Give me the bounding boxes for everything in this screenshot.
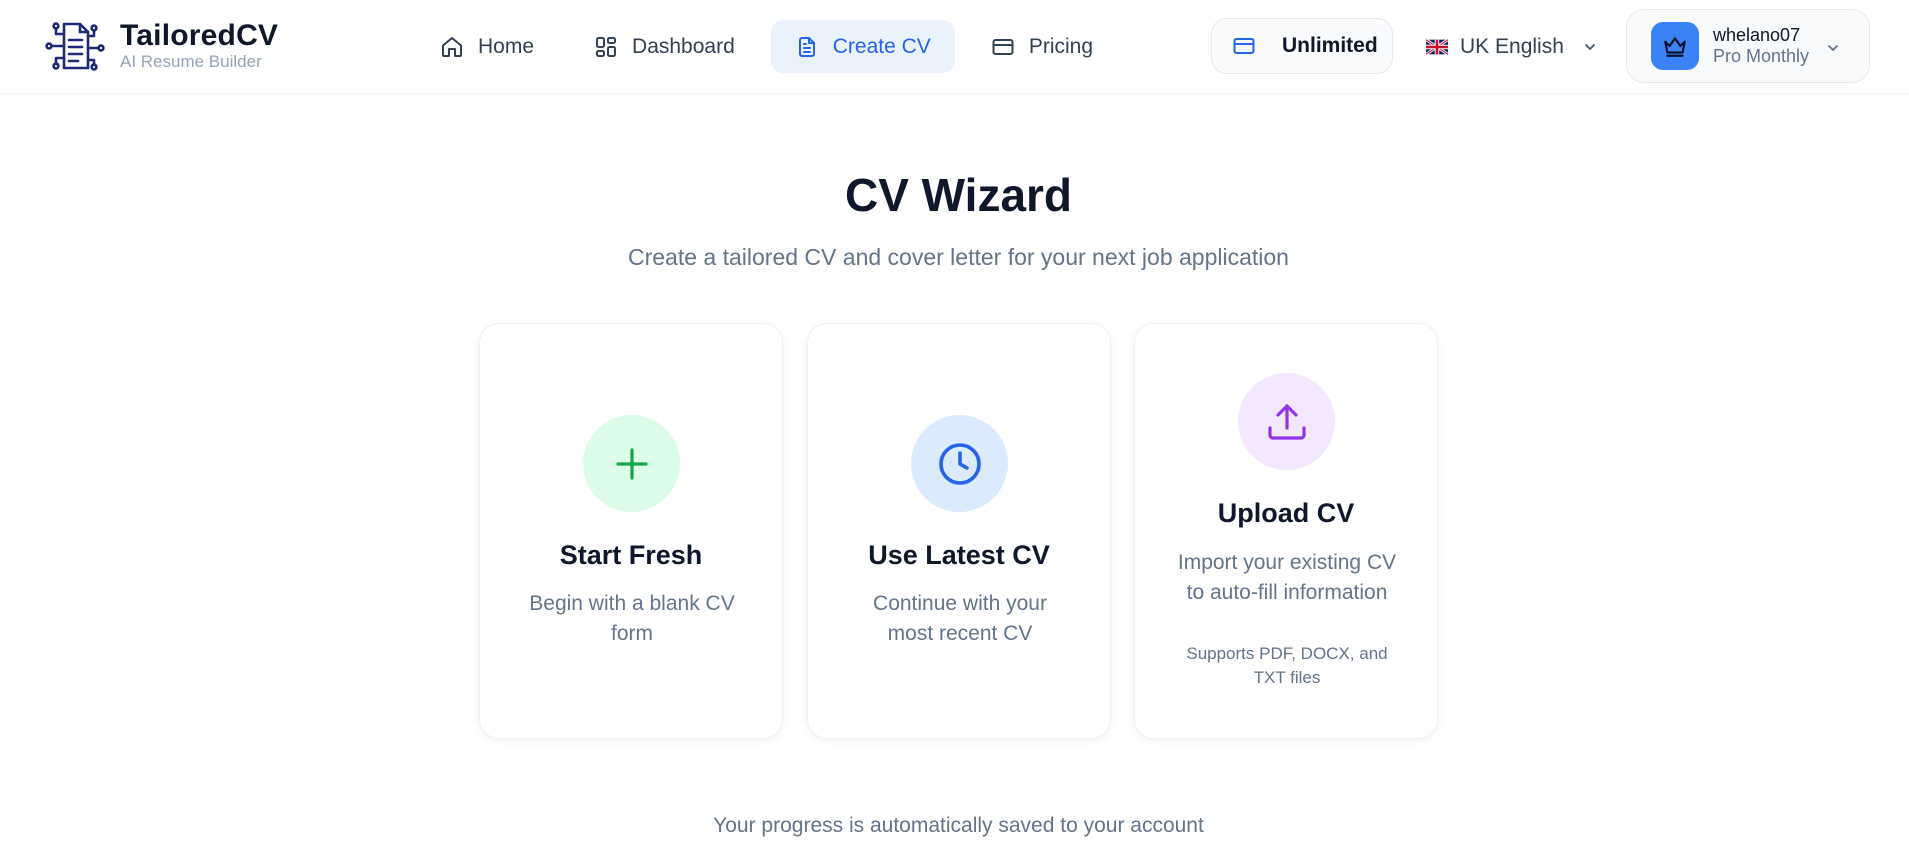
brand-tagline: AI Resume Builder — [120, 52, 262, 71]
clock-icon — [938, 442, 981, 485]
chevron-down-icon — [1828, 45, 1838, 51]
chevron-down-icon — [1584, 44, 1595, 50]
supported-formats-note: Supports PDF, DOCX, and TXT files — [1186, 644, 1388, 687]
main-nav: Home Dashboard Create CV Pricing — [416, 20, 1129, 73]
plus-icon — [615, 447, 648, 480]
autosave-note: Your progress is automatically saved to … — [713, 814, 1204, 837]
crown-icon — [1664, 37, 1686, 57]
upload-cv-card[interactable]: Upload CV Import your existing CV to aut… — [1134, 323, 1438, 739]
start-fresh-card[interactable]: Start Fresh Begin with a blank CV form — [479, 323, 783, 739]
user-plan: Pro Monthly — [1713, 46, 1810, 66]
brand-name: TailoredCV — [120, 19, 279, 52]
card-title: Start Fresh — [559, 540, 703, 570]
nav-home[interactable]: Home — [416, 20, 558, 73]
card-description: Begin with a blank CV form — [529, 592, 735, 645]
avatar — [1651, 22, 1699, 70]
top-nav-bar: TailoredCV AI Resume Builder Home Dashbo… — [0, 0, 1909, 94]
document-icon — [798, 36, 815, 57]
card-title: Upload CV — [1217, 498, 1355, 528]
nav-pricing[interactable]: Pricing — [967, 20, 1117, 73]
upload-cv-icon-circle — [1238, 373, 1335, 470]
nav-pricing-label: Pricing — [1028, 34, 1094, 58]
use-latest-cv-card[interactable]: Use Latest CV Continue with your most re… — [807, 323, 1111, 739]
credit-card-icon — [1233, 38, 1255, 54]
brand-home-link[interactable]: TailoredCV AI Resume Builder — [44, 20, 278, 72]
nav-create-cv-label: Create CV — [832, 34, 931, 58]
circuit-document-logo-icon — [45, 22, 105, 71]
nav-home-label: Home — [478, 34, 535, 58]
user-name: whelano07 — [1713, 25, 1801, 45]
uk-flag-icon — [1426, 39, 1448, 55]
card-title: Use Latest CV — [868, 540, 1050, 570]
nav-create-cv[interactable]: Create CV — [770, 20, 955, 73]
start-fresh-icon-circle — [583, 415, 680, 512]
user-menu-button[interactable]: whelano07 Pro Monthly — [1626, 9, 1870, 83]
use-latest-cv-icon-circle — [911, 415, 1008, 512]
plan-label: Unlimited — [1282, 34, 1378, 57]
page-title: CV Wizard — [844, 169, 1073, 221]
card-description: Continue with your most recent CV — [873, 592, 1047, 645]
home-icon — [442, 36, 462, 57]
card-description: Import your existing CV to auto-fill inf… — [1177, 551, 1397, 604]
user-info: whelano07 Pro Monthly — [1713, 25, 1809, 67]
credits-plan-button[interactable]: Unlimited — [1211, 18, 1393, 74]
language-selector[interactable]: UK English — [1426, 28, 1598, 66]
language-label: UK English — [1460, 35, 1564, 58]
page-subtitle: Create a tailored CV and cover letter fo… — [628, 244, 1289, 270]
brand-text: TailoredCV AI Resume Builder — [120, 20, 278, 72]
upload-icon — [1267, 403, 1306, 440]
credit-card-icon — [992, 38, 1014, 55]
nav-dashboard-label: Dashboard — [632, 34, 735, 58]
nav-dashboard[interactable]: Dashboard — [570, 20, 759, 73]
dashboard-icon — [596, 36, 617, 57]
